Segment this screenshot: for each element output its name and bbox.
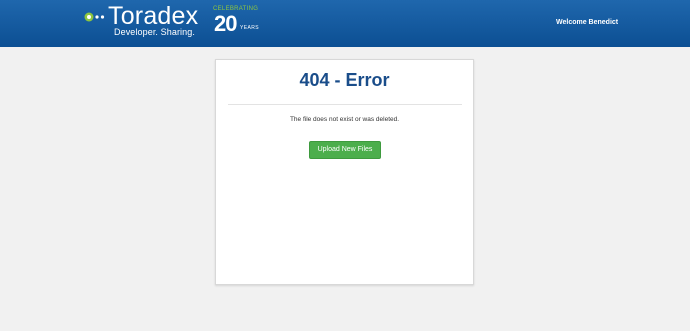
toradex-logo[interactable]: Toradex Developer. Sharing. <box>84 2 209 38</box>
badge-years-text: YEARS <box>240 25 259 31</box>
upload-new-files-button[interactable]: Upload New Files <box>309 141 381 159</box>
badge-number: 20 <box>214 11 238 36</box>
logo-tagline: Developer. Sharing. <box>114 27 195 37</box>
top-header: Toradex Developer. Sharing. CELEBRATING … <box>0 0 690 47</box>
toradex-logo-icon <box>84 12 105 22</box>
error-message: The file does not exist or was deleted. <box>289 116 400 123</box>
page-title: 404 - Error <box>299 70 390 90</box>
welcome-user-link[interactable]: Welcome Benedict <box>556 18 618 27</box>
logo-wordmark: Toradex <box>108 2 199 30</box>
title-divider <box>228 104 462 105</box>
anniversary-badge: CELEBRATING 20 YEARS <box>213 6 259 36</box>
error-card: 404 - Error The file does not exist or w… <box>215 59 474 285</box>
